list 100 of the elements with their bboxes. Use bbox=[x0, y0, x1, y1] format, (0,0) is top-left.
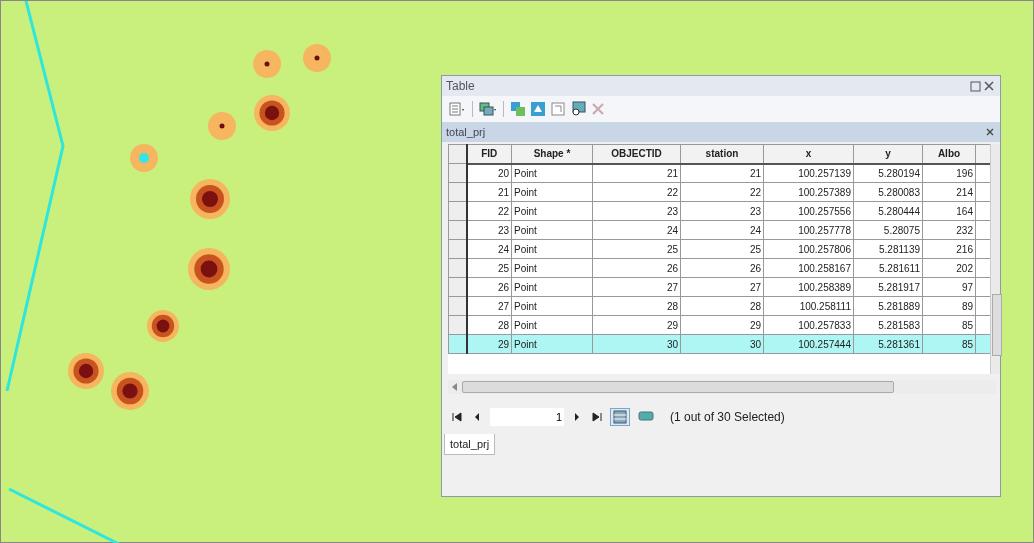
table-cell: 214 bbox=[922, 182, 976, 202]
table-cell: 26 bbox=[466, 277, 512, 297]
table-row[interactable]: 26 Point 27 27 100.258389 5.281917 97 bbox=[448, 277, 990, 297]
table-cell: Point bbox=[511, 201, 593, 221]
table-cell: 5.281139 bbox=[853, 239, 923, 259]
table-cell: 85 bbox=[922, 315, 976, 335]
point-marker bbox=[111, 372, 149, 410]
table-row[interactable]: 29 Point 30 30 100.257444 5.281361 85 bbox=[448, 334, 990, 354]
table-row[interactable]: 24 Point 25 25 100.257806 5.281139 216 bbox=[448, 239, 990, 259]
table-cell: 164 bbox=[922, 201, 976, 221]
column-header[interactable]: x bbox=[763, 144, 854, 164]
table-cell: 23 bbox=[592, 201, 681, 221]
table-cell: 100.258389 bbox=[763, 277, 854, 297]
zoom-to-selected-icon[interactable] bbox=[570, 101, 586, 117]
row-selector[interactable] bbox=[448, 144, 467, 164]
table-cell: Point bbox=[511, 239, 593, 259]
point-marker bbox=[303, 44, 331, 72]
table-cell: 22 bbox=[466, 201, 512, 221]
table-cell: 97 bbox=[922, 277, 976, 297]
table-row[interactable]: 21 Point 22 22 100.257389 5.280083 214 bbox=[448, 182, 990, 202]
table-cell: Point bbox=[511, 182, 593, 202]
table-cell: 100.258167 bbox=[763, 258, 854, 278]
table-cell: 232 bbox=[922, 220, 976, 240]
table-cell: 21 bbox=[592, 163, 681, 183]
table-cell: Point bbox=[511, 277, 593, 297]
table-cell: 25 bbox=[680, 239, 764, 259]
selection-status: (1 out of 30 Selected) bbox=[670, 410, 785, 424]
table-cell: 25 bbox=[592, 239, 681, 259]
table-cell: 100.257389 bbox=[763, 182, 854, 202]
table-row[interactable]: 22 Point 23 23 100.257556 5.280444 164 bbox=[448, 201, 990, 221]
scroll-left-icon[interactable] bbox=[452, 383, 458, 391]
table-cell: 22 bbox=[592, 182, 681, 202]
point-marker bbox=[130, 144, 158, 172]
table-cell: 100.257778 bbox=[763, 220, 854, 240]
table-cell: 100.257139 bbox=[763, 163, 854, 183]
column-header[interactable]: station bbox=[680, 144, 764, 164]
table-cell: 25 bbox=[466, 258, 512, 278]
table-cell: 21 bbox=[680, 163, 764, 183]
table-cell: Point bbox=[511, 163, 593, 183]
table-cell: Point bbox=[511, 220, 593, 240]
switch-selection-icon[interactable] bbox=[530, 101, 546, 117]
vertical-scrollbar[interactable] bbox=[990, 144, 1000, 374]
point-marker bbox=[190, 179, 230, 219]
table-cell: 24 bbox=[592, 220, 681, 240]
table-cell: 89 bbox=[922, 296, 976, 316]
table-cell: 28 bbox=[592, 296, 681, 316]
point-marker bbox=[253, 50, 281, 78]
column-header[interactable]: Albo bbox=[922, 144, 976, 164]
table-cell: Point bbox=[511, 296, 593, 316]
table-cell: 100.257833 bbox=[763, 315, 854, 335]
table-cell: 22 bbox=[680, 182, 764, 202]
column-header[interactable]: y bbox=[853, 144, 923, 164]
table-cell: 26 bbox=[592, 258, 681, 278]
table-row[interactable]: 23 Point 24 24 100.257778 5.28075 232 bbox=[448, 220, 990, 240]
point-marker bbox=[188, 248, 230, 290]
table-cell: 5.281611 bbox=[853, 258, 923, 278]
table-cell: 100.257806 bbox=[763, 239, 854, 259]
table-cell: 23 bbox=[466, 220, 512, 240]
last-record-icon[interactable] bbox=[590, 410, 604, 424]
table-cell: 100.258111 bbox=[763, 296, 854, 316]
close-icon[interactable] bbox=[984, 126, 996, 138]
table-row[interactable]: 27 Point 28 28 100.258111 5.281889 89 bbox=[448, 296, 990, 316]
horizontal-scrollbar[interactable] bbox=[448, 380, 996, 394]
table-cell: 196 bbox=[922, 163, 976, 183]
table-cell: 216 bbox=[922, 239, 976, 259]
show-all-records-button[interactable] bbox=[610, 408, 630, 426]
close-icon[interactable] bbox=[982, 79, 996, 93]
table-cell: 23 bbox=[680, 201, 764, 221]
table-row[interactable]: 20 Point 21 21 100.257139 5.280194 196 bbox=[448, 163, 990, 183]
table-tab[interactable]: total_prj bbox=[444, 434, 496, 455]
point-marker bbox=[147, 310, 179, 342]
table-cell: 24 bbox=[680, 220, 764, 240]
select-by-attributes-icon[interactable] bbox=[510, 101, 526, 117]
table-cell: 29 bbox=[592, 315, 681, 335]
table-cell: 5.281917 bbox=[853, 277, 923, 297]
table-cell: 5.280444 bbox=[853, 201, 923, 221]
table-cell: Point bbox=[511, 258, 593, 278]
table-cell: 202 bbox=[922, 258, 976, 278]
column-header[interactable]: Shape * bbox=[511, 144, 593, 164]
table-cell: 5.281583 bbox=[853, 315, 923, 335]
table-cell: 5.280083 bbox=[853, 182, 923, 202]
table-cell: 29 bbox=[680, 315, 764, 335]
table-row[interactable]: 25 Point 26 26 100.258167 5.281611 202 bbox=[448, 258, 990, 278]
table-cell: 24 bbox=[466, 239, 512, 259]
table-cell: 26 bbox=[680, 258, 764, 278]
point-marker bbox=[254, 95, 290, 131]
table-cell: 21 bbox=[466, 182, 512, 202]
record-field[interactable]: 1 bbox=[490, 408, 564, 426]
window-title: Table bbox=[446, 79, 476, 93]
related-tables-icon[interactable] bbox=[479, 101, 497, 117]
table-cell: 28 bbox=[466, 315, 512, 335]
table-cell: 27 bbox=[680, 277, 764, 297]
column-header[interactable]: OBJECTID bbox=[592, 144, 681, 164]
table-cell: 5.280194 bbox=[853, 163, 923, 183]
table-cell: 27 bbox=[592, 277, 681, 297]
column-header[interactable]: FID bbox=[466, 144, 512, 164]
table-cell: 5.281889 bbox=[853, 296, 923, 316]
table-cell: Point bbox=[511, 315, 593, 335]
table-cell: 28 bbox=[680, 296, 764, 316]
first-record-icon[interactable] bbox=[450, 410, 464, 424]
